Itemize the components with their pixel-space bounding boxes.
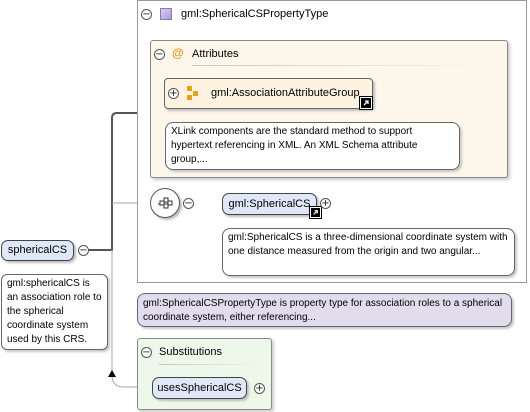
expand-substitution-button[interactable]: + [254,383,265,394]
substitution-item[interactable]: usesSphericalCS [152,377,247,399]
attributes-divider [192,65,492,66]
sequence-compositor-icon[interactable] [150,188,180,218]
reference-arrow-icon[interactable] [360,97,372,109]
complex-type-icon [160,8,172,20]
collapse-type-button[interactable]: − [141,9,152,20]
substitution-item-label: usesSphericalCS [157,382,242,394]
root-element-box[interactable]: sphericalCS [1,240,74,261]
attributes-title: Attributes [192,48,239,60]
root-element-name: sphericalCS [7,244,68,256]
substitutions-divider [159,364,259,365]
collapse-attributes-button[interactable]: − [154,49,165,60]
collapse-sequence-button[interactable]: − [183,198,194,209]
property-type-name: gml:SphericalCSPropertyType [181,8,329,20]
root-element-description: gml:sphericalCS is an association role t… [1,274,108,350]
child-reference-arrow-icon[interactable] [310,207,321,218]
substitutions-title: Substitutions [159,346,222,358]
child-element-name: gml:SphericalCS [228,198,311,210]
attribute-group-icon [187,86,201,100]
expand-attribute-group-button[interactable]: + [168,88,179,99]
attribute-group-description: XLink components are the standard method… [165,122,460,170]
property-type-description: gml:SphericalCSPropertyType is property … [137,293,512,327]
attribute-group-name: gml:AssociationAttributeGroup [211,87,360,99]
child-element-box[interactable]: gml:SphericalCS [222,193,317,215]
child-element-description: gml:SphericalCS is a three-dimensional c… [222,228,515,276]
at-sign-icon: @ [172,46,184,60]
collapse-root-element-button[interactable]: − [78,245,89,256]
expand-child-element-button[interactable]: + [320,198,331,209]
collapse-substitutions-button[interactable]: − [141,347,152,358]
